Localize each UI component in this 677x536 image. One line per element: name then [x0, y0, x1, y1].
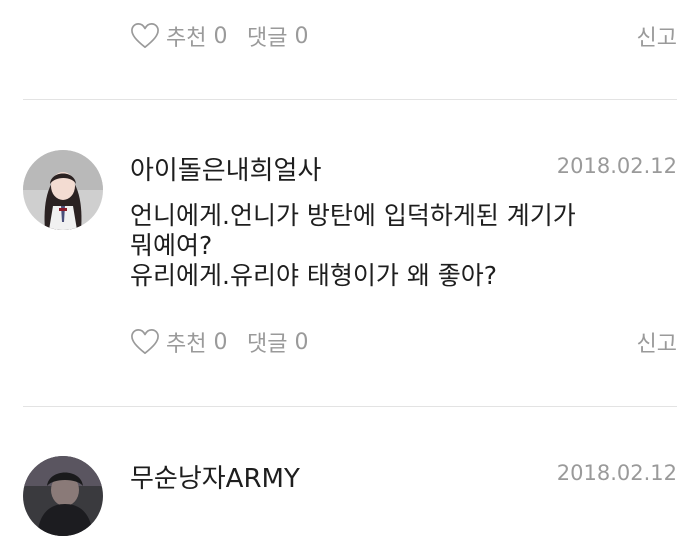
report-button[interactable]: 신고	[637, 322, 677, 362]
heart-icon	[131, 329, 159, 355]
like-label: 추천	[166, 332, 207, 357]
comment-line: 뭐예여?	[130, 231, 213, 260]
comment-line: 언니에게.언니가 방탄에 입덕하게된 계기가	[130, 201, 576, 230]
like-count: 0	[213, 23, 228, 49]
comment-body: 언니에게.언니가 방탄에 입덕하게된 계기가 뭐예여? 유리에게.유리야 태형이…	[130, 201, 650, 291]
reply-label: 댓글	[247, 26, 288, 51]
comment-username[interactable]: 무순낭자ARMY	[130, 458, 300, 495]
reply-button[interactable]: 댓글 0	[247, 322, 308, 362]
report-button[interactable]: 신고	[637, 16, 677, 56]
like-button[interactable]: 추천 0	[130, 322, 227, 362]
divider	[23, 406, 677, 407]
comment-actions: 추천 0 댓글 0 신고	[0, 322, 677, 362]
heart-icon	[131, 23, 159, 49]
like-count: 0	[213, 329, 228, 355]
avatar[interactable]	[23, 456, 103, 536]
like-label: 추천	[166, 26, 207, 51]
like-button[interactable]: 추천 0	[130, 16, 227, 56]
comment-date: 2018.02.12	[556, 154, 677, 178]
divider	[23, 99, 677, 100]
avatar[interactable]	[23, 150, 103, 230]
reply-label: 댓글	[247, 332, 288, 357]
comment-username[interactable]: 아이돌은내희얼사	[130, 150, 321, 187]
comment-actions-top: 추천 0 댓글 0 신고	[0, 16, 677, 56]
reply-button[interactable]: 댓글 0	[247, 16, 308, 56]
reply-count: 0	[294, 23, 309, 49]
reply-count: 0	[294, 329, 309, 355]
comment-line: 유리에게.유리야 태형이가 왜 좋아?	[130, 261, 498, 290]
comment-date: 2018.02.12	[556, 461, 677, 485]
